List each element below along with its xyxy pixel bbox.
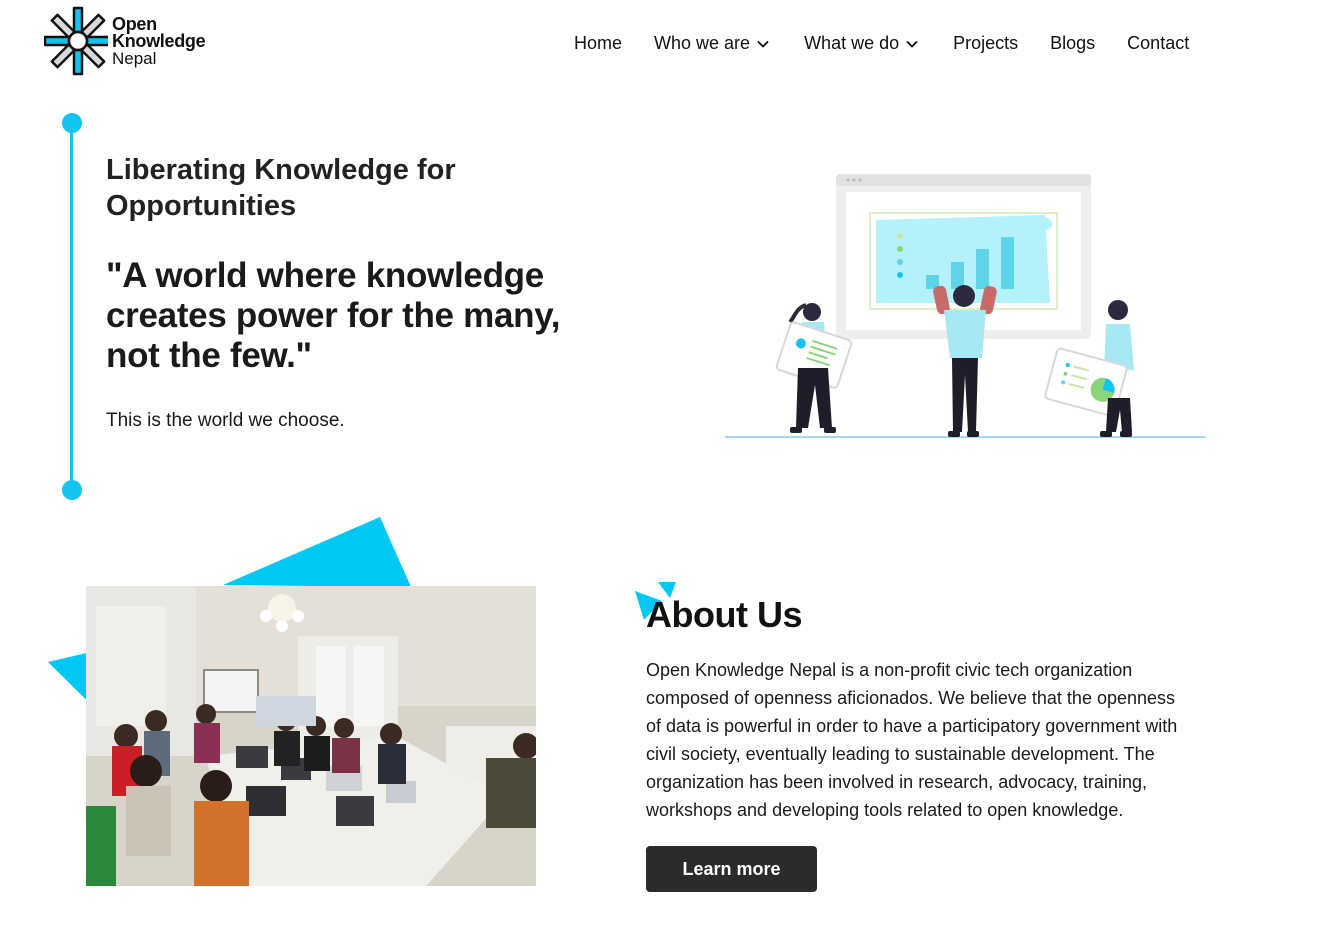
nav-label: Projects — [953, 33, 1019, 53]
nav-label: What we do — [804, 33, 900, 53]
logo-line-2: Knowledge — [112, 30, 206, 51]
nav-label: Blogs — [1050, 33, 1096, 53]
about-description: Open Knowledge Nepal is a non-profit civ… — [646, 660, 1178, 820]
nav-label: Home — [574, 33, 623, 53]
logo-mark-icon — [44, 6, 108, 76]
timeline-line — [70, 122, 73, 490]
logo-text: Open Knowledge Nepal — [112, 13, 206, 68]
timeline-dot-bottom — [62, 480, 82, 500]
main-nav: Home Who we are What we do Projects Blog… — [574, 33, 1189, 54]
site-header: Open Knowledge Nepal Home Who we are Wha… — [0, 0, 1344, 90]
nav-item-home[interactable]: Home — [574, 33, 622, 54]
team-meeting-image — [86, 586, 536, 886]
chevron-down-icon — [906, 40, 918, 47]
nav-item-projects[interactable]: Projects — [953, 33, 1018, 54]
about-title: About Us — [646, 594, 802, 635]
nav-item-contact[interactable]: Contact — [1127, 33, 1189, 54]
chevron-down-icon — [757, 40, 769, 47]
logo[interactable]: Open Knowledge Nepal — [44, 6, 206, 76]
team-photo — [86, 586, 536, 886]
hero-subtitle: Liberating Knowledge for Opportunities — [106, 154, 456, 222]
logo-line-1: Open — [112, 13, 157, 34]
timeline-dot-top — [62, 113, 82, 133]
nav-item-who-we-are[interactable]: Who we are — [654, 33, 770, 54]
logo-line-3: Nepal — [112, 48, 157, 68]
data-presentation-illustration — [725, 174, 1206, 438]
nav-item-blogs[interactable]: Blogs — [1050, 33, 1095, 54]
learn-more-button[interactable]: Learn more — [646, 846, 817, 892]
nav-item-what-we-do[interactable]: What we do — [804, 33, 919, 54]
nav-label: Who we are — [654, 33, 751, 53]
hero-quote: "A world where knowledge creates power f… — [106, 256, 561, 375]
hero-tagline: This is the world we choose. — [106, 410, 345, 431]
nav-label: Contact — [1127, 33, 1190, 53]
